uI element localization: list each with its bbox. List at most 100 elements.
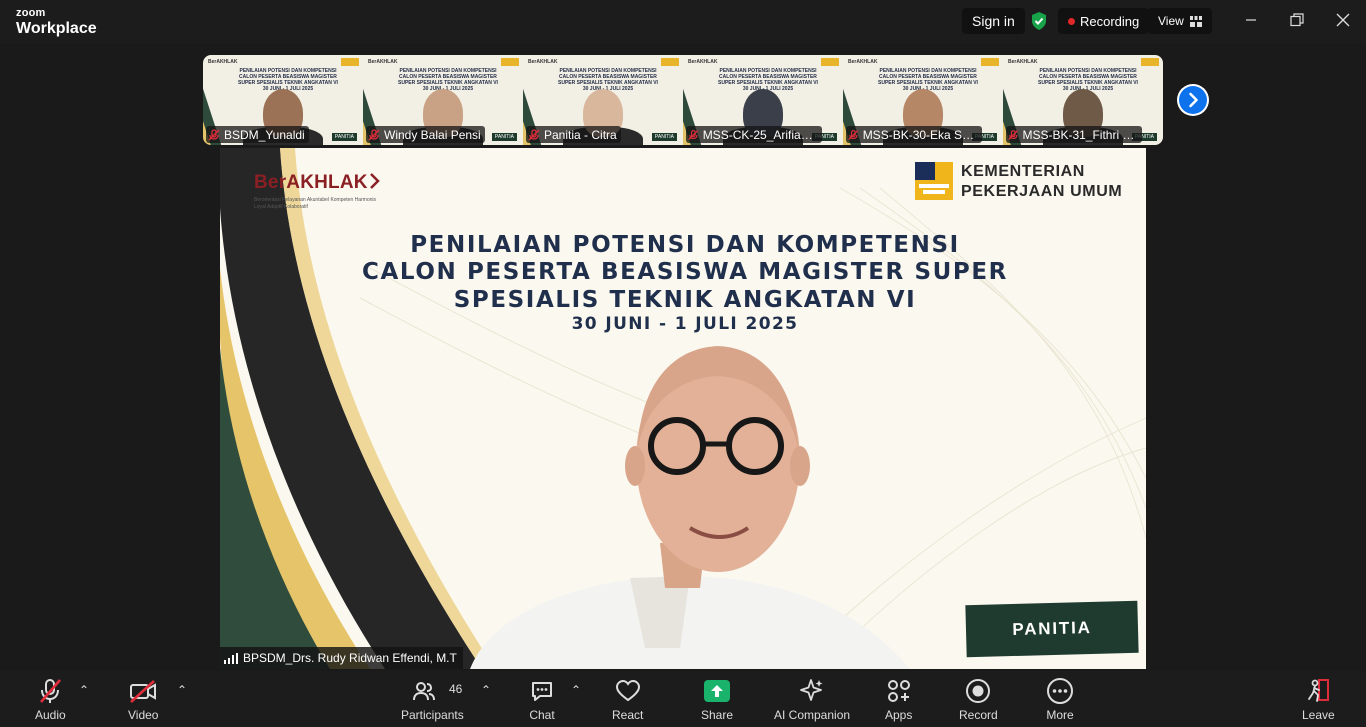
share-button[interactable]: Share <box>701 677 733 722</box>
recording-indicator[interactable]: Recording <box>1058 8 1150 34</box>
participants-options-chevron-icon[interactable]: ⌃ <box>481 683 491 697</box>
participant-tile[interactable]: BerAKHLAK PENILAIAN POTENSI DAN KOMPETENS… <box>523 55 683 145</box>
thumb-logo: BerAKHLAK <box>208 59 238 65</box>
thumb-ministry-logo-icon <box>661 58 679 66</box>
thumb-slide-title-text: PENILAIAN POTENSI DAN KOMPETENSI CALON P… <box>1038 68 1138 86</box>
meeting-stage: BerAKHLAK PENILAIAN POTENSI DAN KOMPETENS… <box>0 44 1366 671</box>
leave-icon <box>1305 677 1331 705</box>
participant-name: MSS-BK-31_Fithri Zaki... <box>1022 127 1138 142</box>
chevron-logo-icon <box>370 173 380 189</box>
mic-muted-icon <box>36 677 64 705</box>
ai-companion-button[interactable]: AI Companion <box>774 677 850 722</box>
video-options-chevron-icon[interactable]: ⌃ <box>177 683 187 697</box>
share-label: Share <box>701 708 734 722</box>
participant-tile[interactable]: BerAKHLAK PENILAIAN POTENSI DAN KOMPETENS… <box>1003 55 1163 145</box>
thumb-slide-title-text: PENILAIAN POTENSI DAN KOMPETENSI CALON P… <box>878 68 978 86</box>
video-off-icon <box>128 677 158 705</box>
brand-bottom: Workplace <box>16 20 97 37</box>
participant-tile[interactable]: BerAKHLAK PENILAIAN POTENSI DAN KOMPETENS… <box>363 55 523 145</box>
chat-icon <box>529 677 555 705</box>
thumb-slide-title: PENILAIAN POTENSI DAN KOMPETENSI CALON P… <box>553 68 663 92</box>
mic-muted-icon <box>1008 129 1019 140</box>
apps-label: Apps <box>885 708 913 722</box>
more-icon <box>1046 677 1074 705</box>
participant-name: BSDM_Yunaldi <box>224 127 305 142</box>
participant-name: Windy Balai Pensi <box>384 127 481 142</box>
record-button[interactable]: Record <box>959 677 998 722</box>
participant-name: Panitia - Citra <box>544 127 617 142</box>
grid-view-icon <box>1189 15 1202 27</box>
thumb-panitia: PANITIA <box>331 133 357 141</box>
participant-name: MSS-CK-25_Arifian Pr... <box>702 127 818 142</box>
panitia-banner: PANITIA <box>965 600 1139 658</box>
berakhlak-logo: BerAKHLAK <box>254 172 381 194</box>
close-icon[interactable] <box>1328 8 1358 32</box>
participant-tile[interactable]: BerAKHLAK PENILAIAN POTENSI DAN KOMPETENS… <box>843 55 1003 145</box>
chevron-right-icon <box>1179 86 1207 114</box>
react-button[interactable]: React <box>612 677 643 722</box>
thumb-slide-title: PENILAIAN POTENSI DAN KOMPETENSI CALON P… <box>713 68 823 92</box>
restore-icon[interactable] <box>1282 8 1312 32</box>
thumb-logo: BerAKHLAK <box>1008 59 1038 65</box>
participant-name-tag: MSS-CK-25_Arifian Pr... <box>686 126 822 143</box>
mic-muted-icon <box>368 128 380 141</box>
leave-label: Leave <box>1302 708 1335 722</box>
ministry-line-1: KEMENTERIAN <box>961 163 1085 180</box>
thumb-slide-title-text: PENILAIAN POTENSI DAN KOMPETENSI CALON P… <box>398 68 498 86</box>
thumb-slide-title: PENILAIAN POTENSI DAN KOMPETENSI CALON P… <box>873 68 983 92</box>
participant-name-tag: BSDM_Yunaldi <box>206 126 309 143</box>
thumb-ministry-logo-icon <box>981 58 999 66</box>
thumb-slide-title-text: PENILAIAN POTENSI DAN KOMPETENSI CALON P… <box>558 68 658 86</box>
sign-in-button[interactable]: Sign in <box>962 8 1025 34</box>
participant-name-tag: Panitia - Citra <box>526 126 621 143</box>
thumb-slide-title-text: PENILAIAN POTENSI DAN KOMPETENSI CALON P… <box>238 68 338 86</box>
participant-name-tag: MSS-BK-30-Eka Sapu... <box>846 126 982 143</box>
speaker-name-tag: BPSDM_Drs. Rudy Ridwan Effendi, M.T <box>220 647 463 669</box>
audio-button[interactable]: Audio <box>35 677 66 722</box>
slide-title-line-1: PENILAIAN POTENSI DAN KOMPETENSI <box>410 232 960 258</box>
more-button[interactable]: More <box>1046 677 1074 722</box>
title-bar: zoom Workplace Sign in Recording View <box>0 0 1366 44</box>
apps-icon <box>886 677 912 705</box>
slide-title-line-3: SPESIALIS TEKNIK ANGKATAN VI <box>453 286 917 313</box>
speaker-name: BPSDM_Drs. Rudy Ridwan Effendi, M.T <box>243 651 457 665</box>
participant-tile[interactable]: BerAKHLAK PENILAIAN POTENSI DAN KOMPETENS… <box>203 55 363 145</box>
more-label: More <box>1046 708 1074 722</box>
shield-icon[interactable] <box>1030 8 1050 34</box>
react-label: React <box>612 708 644 722</box>
ministry-name: KEMENTERIAN PEKERJAAN UMUM <box>961 162 1122 202</box>
thumb-logo: BerAKHLAK <box>688 59 718 65</box>
recording-label: Recording <box>1080 13 1140 29</box>
participant-tile[interactable]: BerAKHLAK PENILAIAN POTENSI DAN KOMPETENS… <box>683 55 843 145</box>
audio-label: Audio <box>35 708 66 722</box>
chat-button[interactable]: Chat <box>529 677 555 722</box>
view-label: View <box>1158 14 1184 28</box>
thumb-panitia: PANITIA <box>651 133 677 141</box>
minimize-icon[interactable] <box>1236 8 1266 32</box>
view-button[interactable]: View <box>1148 8 1212 34</box>
slide-title: PENILAIAN POTENSI DAN KOMPETENSI CALON P… <box>360 232 1010 314</box>
sparkle-icon <box>799 677 825 705</box>
ministry-logo-icon <box>915 162 953 200</box>
audio-options-chevron-icon[interactable]: ⌃ <box>79 683 89 697</box>
chat-options-chevron-icon[interactable]: ⌃ <box>571 683 581 697</box>
participant-name-tag: Windy Balai Pensi <box>366 126 485 143</box>
next-page-button[interactable] <box>1177 84 1209 116</box>
leave-button[interactable]: Leave <box>1302 677 1335 722</box>
record-label: Record <box>959 708 998 722</box>
heart-icon <box>615 677 641 705</box>
thumb-slide-title: PENILAIAN POTENSI DAN KOMPETENSI CALON P… <box>233 68 343 92</box>
ai-companion-label: AI Companion <box>774 708 851 722</box>
thumb-logo: BerAKHLAK <box>848 59 878 65</box>
thumb-panitia: PANITIA <box>491 133 517 141</box>
video-button[interactable]: Video <box>128 677 158 722</box>
share-screen-icon <box>704 677 731 705</box>
chat-label: Chat <box>529 708 555 722</box>
active-speaker-video[interactable]: BerAKHLAK Berorientasi Pelayanan Akuntab… <box>220 148 1146 669</box>
thumb-slide-title: PENILAIAN POTENSI DAN KOMPETENSI CALON P… <box>393 68 503 92</box>
apps-button[interactable]: Apps <box>885 677 912 722</box>
berakhlak-subtitle: Berorientasi Pelayanan Akuntabel Kompete… <box>254 197 377 210</box>
thumb-ministry-logo-icon <box>341 58 359 66</box>
meeting-toolbar: Audio ⌃ Video ⌃ Participants 46 ⌃ Chat ⌃… <box>0 671 1366 727</box>
mic-muted-icon <box>688 129 699 140</box>
